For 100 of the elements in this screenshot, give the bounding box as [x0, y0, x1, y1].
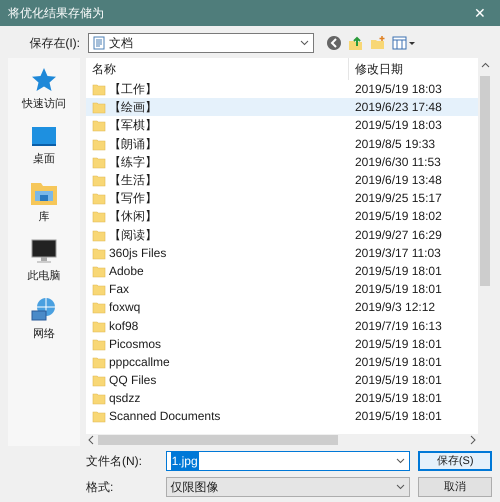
column-header[interactable]: 修改日期	[349, 58, 478, 80]
file-name: 360js Files	[109, 244, 168, 262]
folder-icon	[92, 373, 106, 388]
file-row[interactable]: 【军棋】 2019/5/19 18:03	[86, 116, 478, 135]
folder-icon	[92, 391, 106, 406]
column-header[interactable]: 名称	[86, 58, 349, 80]
file-row[interactable]: Picosmos 2019/5/19 18:01	[86, 334, 478, 353]
back-button[interactable]	[326, 35, 342, 51]
file-name: 【休闲】	[109, 208, 158, 226]
file-name: Scanned Documents	[109, 408, 222, 426]
folder-icon	[92, 118, 106, 132]
file-date: 2019/5/19 18:01	[354, 354, 442, 371]
document-icon	[93, 36, 105, 50]
computer-icon	[30, 238, 58, 266]
file-row[interactable]: 【朗诵】 2019/8/5 19:33	[86, 134, 478, 153]
file-date: 2019/6/30 11:53	[354, 154, 441, 171]
new-folder-button[interactable]	[370, 35, 386, 51]
file-date: 2019/6/19 13:48	[354, 172, 442, 190]
folder-icon	[92, 228, 106, 242]
folder-icon	[92, 154, 106, 169]
file-date: 2019/9/3 12:12	[354, 299, 436, 316]
file-name: Picosmos	[109, 336, 162, 353]
folder-icon	[92, 282, 106, 296]
filename-label: 文件名(N):	[86, 453, 143, 470]
file-name: 【朗诵】	[109, 136, 158, 153]
sidebar-item[interactable]: 库	[8, 179, 80, 226]
file-name: 【工作】	[109, 81, 158, 98]
folder-icon	[92, 100, 106, 114]
folder-icon	[92, 209, 106, 224]
sidebar-item[interactable]: 网络	[8, 296, 80, 342]
file-date: 2019/5/19 18:01	[354, 408, 442, 426]
file-name: kof98	[109, 318, 140, 335]
file-row[interactable]: 【生活】 2019/6/19 13:48	[86, 170, 478, 190]
sidebar-item[interactable]: 快速访问	[8, 66, 80, 112]
file-date: 2019/8/5 19:33	[354, 136, 436, 153]
file-name: QQ Files	[109, 372, 158, 390]
file-name: foxwq	[109, 299, 142, 316]
file-row[interactable]: 【练字】 2019/6/30 11:53	[86, 152, 478, 171]
format-dropdown[interactable]: 仅限图像	[166, 477, 410, 497]
file-row[interactable]: 【阅读】 2019/9/27 16:29	[86, 226, 478, 244]
folder-icon	[92, 82, 106, 96]
star-icon	[30, 66, 58, 94]
file-row[interactable]: 【工作】 2019/5/19 18:03	[86, 80, 478, 98]
save-button[interactable]: 保存(S)	[418, 451, 492, 471]
file-date: 2019/6/23 17:48	[354, 99, 442, 116]
file-name: 【军棋】	[109, 117, 158, 134]
location-dropdown[interactable]: 文档	[88, 33, 314, 53]
folder-icon	[92, 246, 106, 260]
file-date: 2019/5/19 18:01	[354, 390, 442, 408]
caret-icon	[300, 40, 309, 46]
file-name: 【练字】	[109, 154, 158, 171]
file-row[interactable]: 360js Files 2019/3/17 11:03	[86, 244, 478, 262]
monitor-icon	[30, 124, 58, 148]
file-row[interactable]: pppccallme 2019/5/19 18:01	[86, 352, 478, 371]
file-date: 2019/5/19 18:02	[354, 208, 442, 226]
file-name: qsdzz	[109, 390, 142, 408]
folder-icon	[92, 136, 106, 151]
file-row[interactable]: qsdzz 2019/5/19 18:01	[86, 389, 478, 408]
file-row[interactable]: kof98 2019/7/19 16:13	[86, 316, 478, 335]
file-date: 2019/5/19 18:03	[354, 117, 442, 134]
file-name: 【写作】	[109, 190, 158, 208]
view-menu-button[interactable]	[392, 35, 416, 51]
folder-icon	[92, 264, 106, 278]
sidebar-item[interactable]: 桌面	[8, 124, 80, 167]
file-date: 2019/5/19 18:01	[354, 372, 442, 390]
file-name: 【绘画】	[109, 99, 158, 116]
file-date: 2019/9/27 16:29	[354, 226, 442, 244]
folder-icon	[92, 336, 106, 351]
folder-icon	[92, 191, 106, 206]
up-folder-button[interactable]	[348, 35, 364, 51]
file-row[interactable]: 【绘画】 2019/6/23 17:48	[86, 98, 478, 116]
file-row[interactable]: 【休闲】 2019/5/19 18:02	[86, 207, 478, 226]
filename-field[interactable]: 1.jpg	[166, 451, 410, 471]
location-value: 文档	[109, 35, 134, 52]
caret-icon	[396, 458, 406, 464]
sidebar-item[interactable]: 此电脑	[8, 238, 80, 284]
folder-icon	[92, 409, 106, 424]
file-row[interactable]: Scanned Documents 2019/5/19 18:01	[86, 407, 478, 426]
file-name: 【生活】	[109, 172, 158, 190]
caret-icon	[396, 484, 406, 490]
file-row[interactable]: foxwq 2019/9/3 12:12	[86, 298, 478, 316]
file-date: 2019/5/19 18:01	[354, 281, 442, 298]
folder-icon	[92, 300, 106, 314]
file-row[interactable]: Fax 2019/5/19 18:01	[86, 280, 478, 298]
file-date: 2019/9/25 15:17	[354, 190, 442, 208]
file-row[interactable]: 【写作】 2019/9/25 15:17	[86, 189, 478, 208]
file-name: Fax	[109, 281, 130, 298]
close-button[interactable]: ✕	[468, 2, 492, 24]
file-row[interactable]: Adobe 2019/5/19 18:01	[86, 262, 478, 280]
folder-icon	[92, 354, 106, 369]
file-row[interactable]: QQ Files 2019/5/19 18:01	[86, 371, 478, 390]
file-name: Adobe	[109, 262, 145, 280]
file-date: 2019/7/19 16:13	[354, 318, 442, 335]
cancel-button[interactable]: 取消	[418, 477, 492, 497]
folder-icon	[92, 318, 106, 333]
format-label: 格式:	[86, 479, 114, 496]
folder-icon	[92, 173, 106, 188]
file-date: 2019/5/19 18:03	[354, 81, 442, 98]
window-title: 将优化结果存储为	[8, 5, 104, 22]
file-date: 2019/3/17 11:03	[354, 244, 441, 262]
